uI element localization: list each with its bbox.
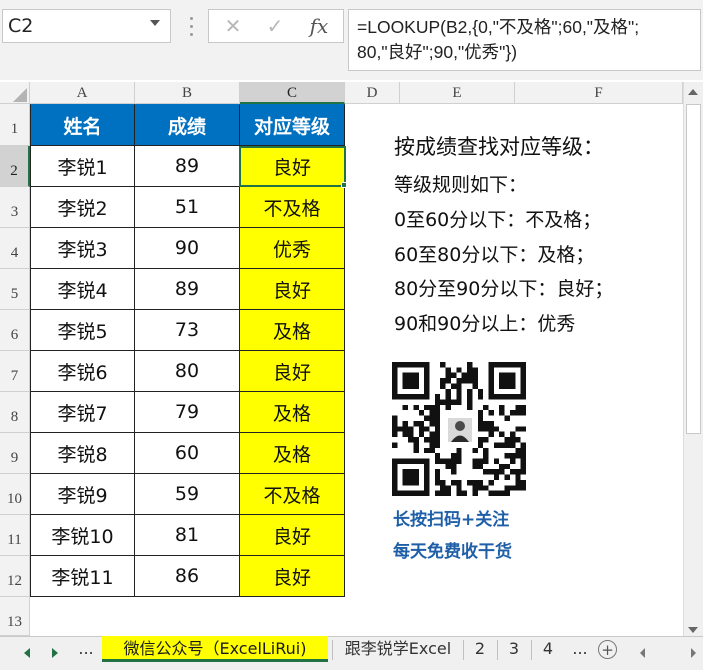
avatar (446, 416, 474, 444)
table-cell-score[interactable]: 86 (135, 556, 240, 597)
table-cell-name[interactable]: 李锐4 (30, 269, 135, 310)
formula-line-1: =LOOKUP(B2,{0,"不及格";60,"及格"; (357, 17, 640, 37)
row-header-2[interactable]: 2 (0, 146, 30, 187)
table-cell-score[interactable]: 60 (135, 433, 240, 474)
column-header-a[interactable]: A (30, 82, 135, 104)
table-cell-score[interactable]: 89 (135, 146, 240, 187)
tab-scroll-right-icon[interactable] (52, 648, 58, 658)
table-cell-level[interactable]: 不及格 (240, 187, 345, 228)
tab-divider (463, 640, 464, 660)
table-cell-score[interactable]: 51 (135, 187, 240, 228)
formula-input[interactable]: =LOOKUP(B2,{0,"不及格";60,"及格"; 80,"良好";90,… (348, 9, 701, 71)
tab-sheet-3[interactable]: 3 (500, 636, 528, 662)
table-cell-level[interactable]: 优秀 (240, 228, 345, 269)
table-cell-name[interactable]: 李锐11 (30, 556, 135, 597)
cancel-icon[interactable]: ✕ (213, 10, 253, 42)
row-header-1[interactable]: 1 (0, 104, 30, 146)
notes-line: 60至80分以下：及格； (394, 244, 595, 266)
table-cell-name[interactable]: 李锐7 (30, 392, 135, 433)
tab-sheet-2[interactable]: 2 (466, 636, 494, 662)
table-cell-name[interactable]: 李锐2 (30, 187, 135, 228)
insert-function-icon[interactable]: fx (299, 10, 339, 42)
row-header-10[interactable]: 10 (0, 474, 30, 515)
table-cell-name[interactable]: 李锐6 (30, 351, 135, 392)
tab-divider (332, 640, 333, 660)
table-cell-name[interactable]: 李锐3 (30, 228, 135, 269)
table-header-level[interactable]: 对应等级 (240, 104, 345, 146)
table-cell-level[interactable]: 及格 (240, 433, 345, 474)
table-cell-name[interactable]: 李锐10 (30, 515, 135, 556)
tab-divider (497, 640, 498, 660)
row-header-6[interactable]: 6 (0, 310, 30, 351)
table-cell-level[interactable]: 良好 (240, 351, 345, 392)
fill-handle[interactable] (341, 182, 347, 188)
row-header-5[interactable]: 5 (0, 269, 30, 310)
row-header-8[interactable]: 8 (0, 392, 30, 433)
column-header-d[interactable]: D (345, 82, 400, 104)
tab-scroll-left-icon[interactable] (24, 648, 30, 658)
table-cell-score[interactable]: 80 (135, 351, 240, 392)
selected-cell-outline (239, 146, 346, 187)
table-cell-score[interactable]: 79 (135, 392, 240, 433)
name-box-dropdown-icon[interactable] (150, 20, 160, 26)
grip-dot-icon (190, 33, 193, 36)
notes-line: 80分至90分以下：良好； (394, 278, 614, 300)
table-cell-score[interactable]: 59 (135, 474, 240, 515)
table-cell-level[interactable]: 良好 (240, 515, 345, 556)
table-cell-name[interactable]: 李锐5 (30, 310, 135, 351)
tab-learn-excel[interactable]: 跟李锐学Excel (336, 636, 460, 662)
table-cell-score[interactable]: 73 (135, 310, 240, 351)
row-header-7[interactable]: 7 (0, 351, 30, 392)
row-header-13[interactable]: 13 (0, 597, 30, 636)
column-header-b[interactable]: B (135, 82, 240, 104)
table-cell-level[interactable]: 良好 (240, 556, 345, 597)
table-cell-level[interactable]: 及格 (240, 392, 345, 433)
scroll-down-arrow-icon[interactable] (688, 627, 698, 633)
table-cell-name[interactable]: 李锐1 (30, 146, 135, 187)
grip-dot-icon (190, 17, 193, 20)
scrollbar-thumb[interactable] (686, 104, 701, 434)
qr-caption-follow: 长按扫码+关注 (393, 510, 510, 530)
enter-icon[interactable]: ✓ (255, 10, 295, 42)
table-header-score[interactable]: 成绩 (135, 104, 240, 146)
scroll-up-arrow-icon[interactable] (688, 89, 698, 95)
table-cell-name[interactable]: 李锐9 (30, 474, 135, 515)
row-header-4[interactable]: 4 (0, 228, 30, 269)
name-box[interactable]: C2 (2, 9, 171, 43)
notes-line: 90和90分以上：优秀 (394, 313, 576, 335)
table-cell-level[interactable]: 良好 (240, 269, 345, 310)
table-cell-score[interactable]: 89 (135, 269, 240, 310)
tab-overflow-left[interactable]: ... (74, 636, 98, 662)
row-header-9[interactable]: 9 (0, 433, 30, 474)
table-cell-level[interactable]: 及格 (240, 310, 345, 351)
tab-divider (531, 640, 532, 660)
hscroll-left-icon[interactable] (640, 648, 645, 658)
row-header-3[interactable]: 3 (0, 187, 30, 228)
table-header-name[interactable]: 姓名 (30, 104, 135, 146)
add-sheet-icon[interactable]: + (598, 640, 617, 659)
column-header-c[interactable]: C (240, 82, 345, 104)
formula-buttons: ✕ ✓ fx (208, 9, 344, 43)
formula-line-2: 80,"良好";90,"优秀"}) (357, 42, 518, 62)
row-header-11[interactable]: 11 (0, 515, 30, 556)
table-cell-level[interactable]: 不及格 (240, 474, 345, 515)
row-header-12[interactable]: 12 (0, 556, 30, 597)
select-all-triangle-icon (13, 88, 27, 102)
column-header-e[interactable]: E (400, 82, 515, 104)
tab-overflow-right[interactable]: ... (568, 636, 592, 662)
notes-title: 按成绩查找对应等级： (394, 135, 604, 159)
table-cell-score[interactable]: 81 (135, 515, 240, 556)
name-box-value: C2 (8, 15, 34, 37)
notes-line: 0至60分以下：不及格； (394, 209, 602, 231)
table-cell-score[interactable]: 90 (135, 228, 240, 269)
notes-line: 等级规则如下： (394, 174, 528, 196)
hscroll-right-icon[interactable] (691, 648, 696, 658)
table-cell-name[interactable]: 李锐8 (30, 433, 135, 474)
tab-sheet-4[interactable]: 4 (534, 636, 562, 662)
qr-caption-daily: 每天免费收干货 (393, 542, 512, 562)
column-header-f[interactable]: F (515, 82, 683, 104)
grip-dot-icon (190, 25, 193, 28)
tab-wechat-account[interactable]: 微信公众号（ExcelLiRui) (102, 636, 328, 662)
